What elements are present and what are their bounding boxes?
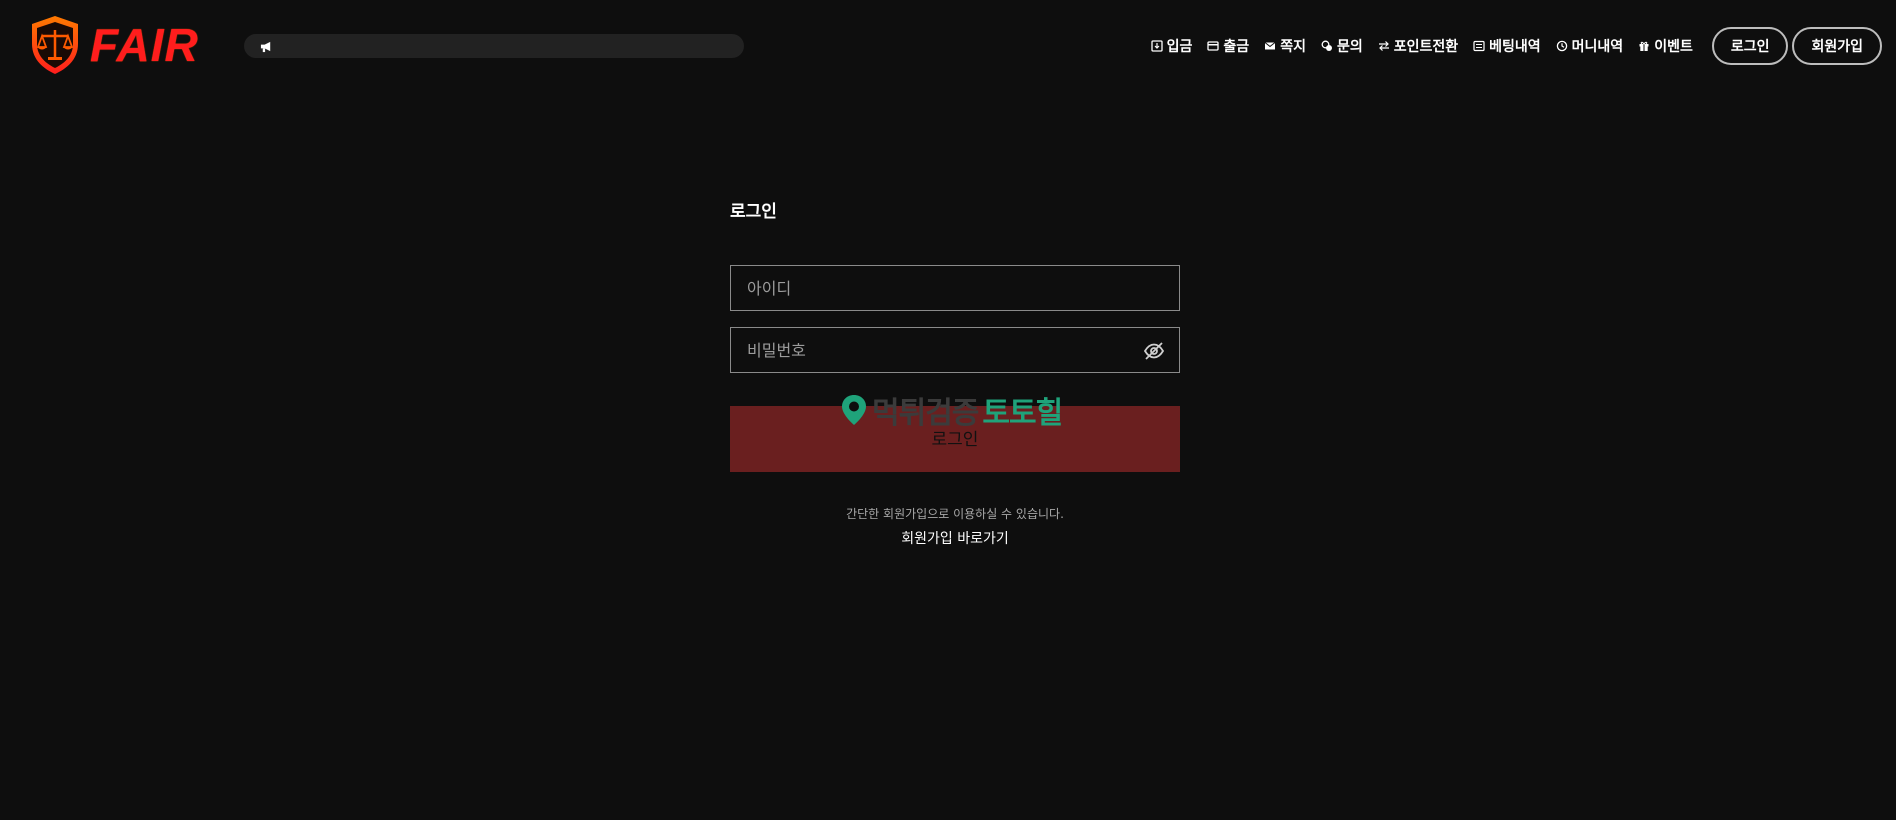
- header-signup-button[interactable]: 회원가입: [1792, 27, 1882, 65]
- password-input[interactable]: [731, 328, 1179, 372]
- nav-money-history[interactable]: 머니내역: [1556, 36, 1624, 56]
- nav-withdraw[interactable]: 출금: [1207, 36, 1249, 56]
- header-login-button[interactable]: 로그인: [1711, 27, 1789, 65]
- inquiry-icon: [1321, 40, 1332, 51]
- nav-deposit-label: 입금: [1166, 39, 1193, 55]
- main-nav: 입금 출금 쪽지 문의 포인트전환 베팅내역 머니내역 이벤트 로그인 회원가입: [1151, 27, 1882, 65]
- site-logo[interactable]: FAIR: [28, 14, 199, 76]
- nav-betting-history-label: 베팅내역: [1489, 39, 1541, 55]
- nav-inquiry[interactable]: 문의: [1321, 36, 1363, 56]
- shield-scale-icon: [32, 16, 78, 74]
- id-field: [730, 265, 1180, 311]
- eye-off-icon: [1143, 342, 1165, 360]
- signup-hint: 간단한 회원가입으로 이용하실 수 있습니다.: [846, 507, 1064, 521]
- password-visibility-toggle[interactable]: [1143, 340, 1165, 362]
- nav-point-exchange[interactable]: 포인트전환: [1378, 36, 1458, 56]
- deposit-icon: [1151, 40, 1163, 52]
- list-icon: [1473, 40, 1485, 52]
- nav-point-exchange-label: 포인트전환: [1393, 39, 1459, 55]
- password-field: [730, 327, 1180, 373]
- nav-deposit[interactable]: 입금: [1151, 36, 1193, 56]
- id-input[interactable]: [731, 266, 1179, 310]
- nav-withdraw-label: 출금: [1223, 39, 1250, 55]
- exchange-icon: [1378, 41, 1389, 51]
- notice-bar: [244, 34, 744, 58]
- nav-betting-history[interactable]: 베팅내역: [1473, 36, 1541, 56]
- nav-event[interactable]: 이벤트: [1638, 36, 1693, 56]
- nav-message[interactable]: 쪽지: [1264, 36, 1306, 56]
- signup-link[interactable]: 회원가입 바로가기: [730, 528, 1180, 548]
- nav-message-label: 쪽지: [1280, 39, 1306, 55]
- login-submit-button[interactable]: 로그인: [730, 406, 1180, 472]
- login-title: 로그인: [730, 202, 777, 222]
- top-bar: FAIR 입금 출금 쪽지 문의 포인트전환 베팅내역 머니내역 이벤트 로그인…: [0, 0, 1896, 92]
- login-panel: 로그인 로그인 먹튀검증 토토힐 간단한 회원가입으로 이용하실 수 있습니다.…: [730, 200, 1180, 547]
- nav-event-label: 이벤트: [1654, 39, 1693, 55]
- nav-inquiry-label: 문의: [1336, 39, 1363, 55]
- logo-text: FAIR: [90, 19, 199, 71]
- gift-icon: [1639, 41, 1649, 51]
- clock-icon: [1556, 40, 1567, 52]
- megaphone-icon: [260, 41, 271, 52]
- withdraw-icon: [1207, 41, 1220, 51]
- nav-money-history-label: 머니내역: [1571, 39, 1624, 55]
- mail-icon: [1264, 42, 1276, 50]
